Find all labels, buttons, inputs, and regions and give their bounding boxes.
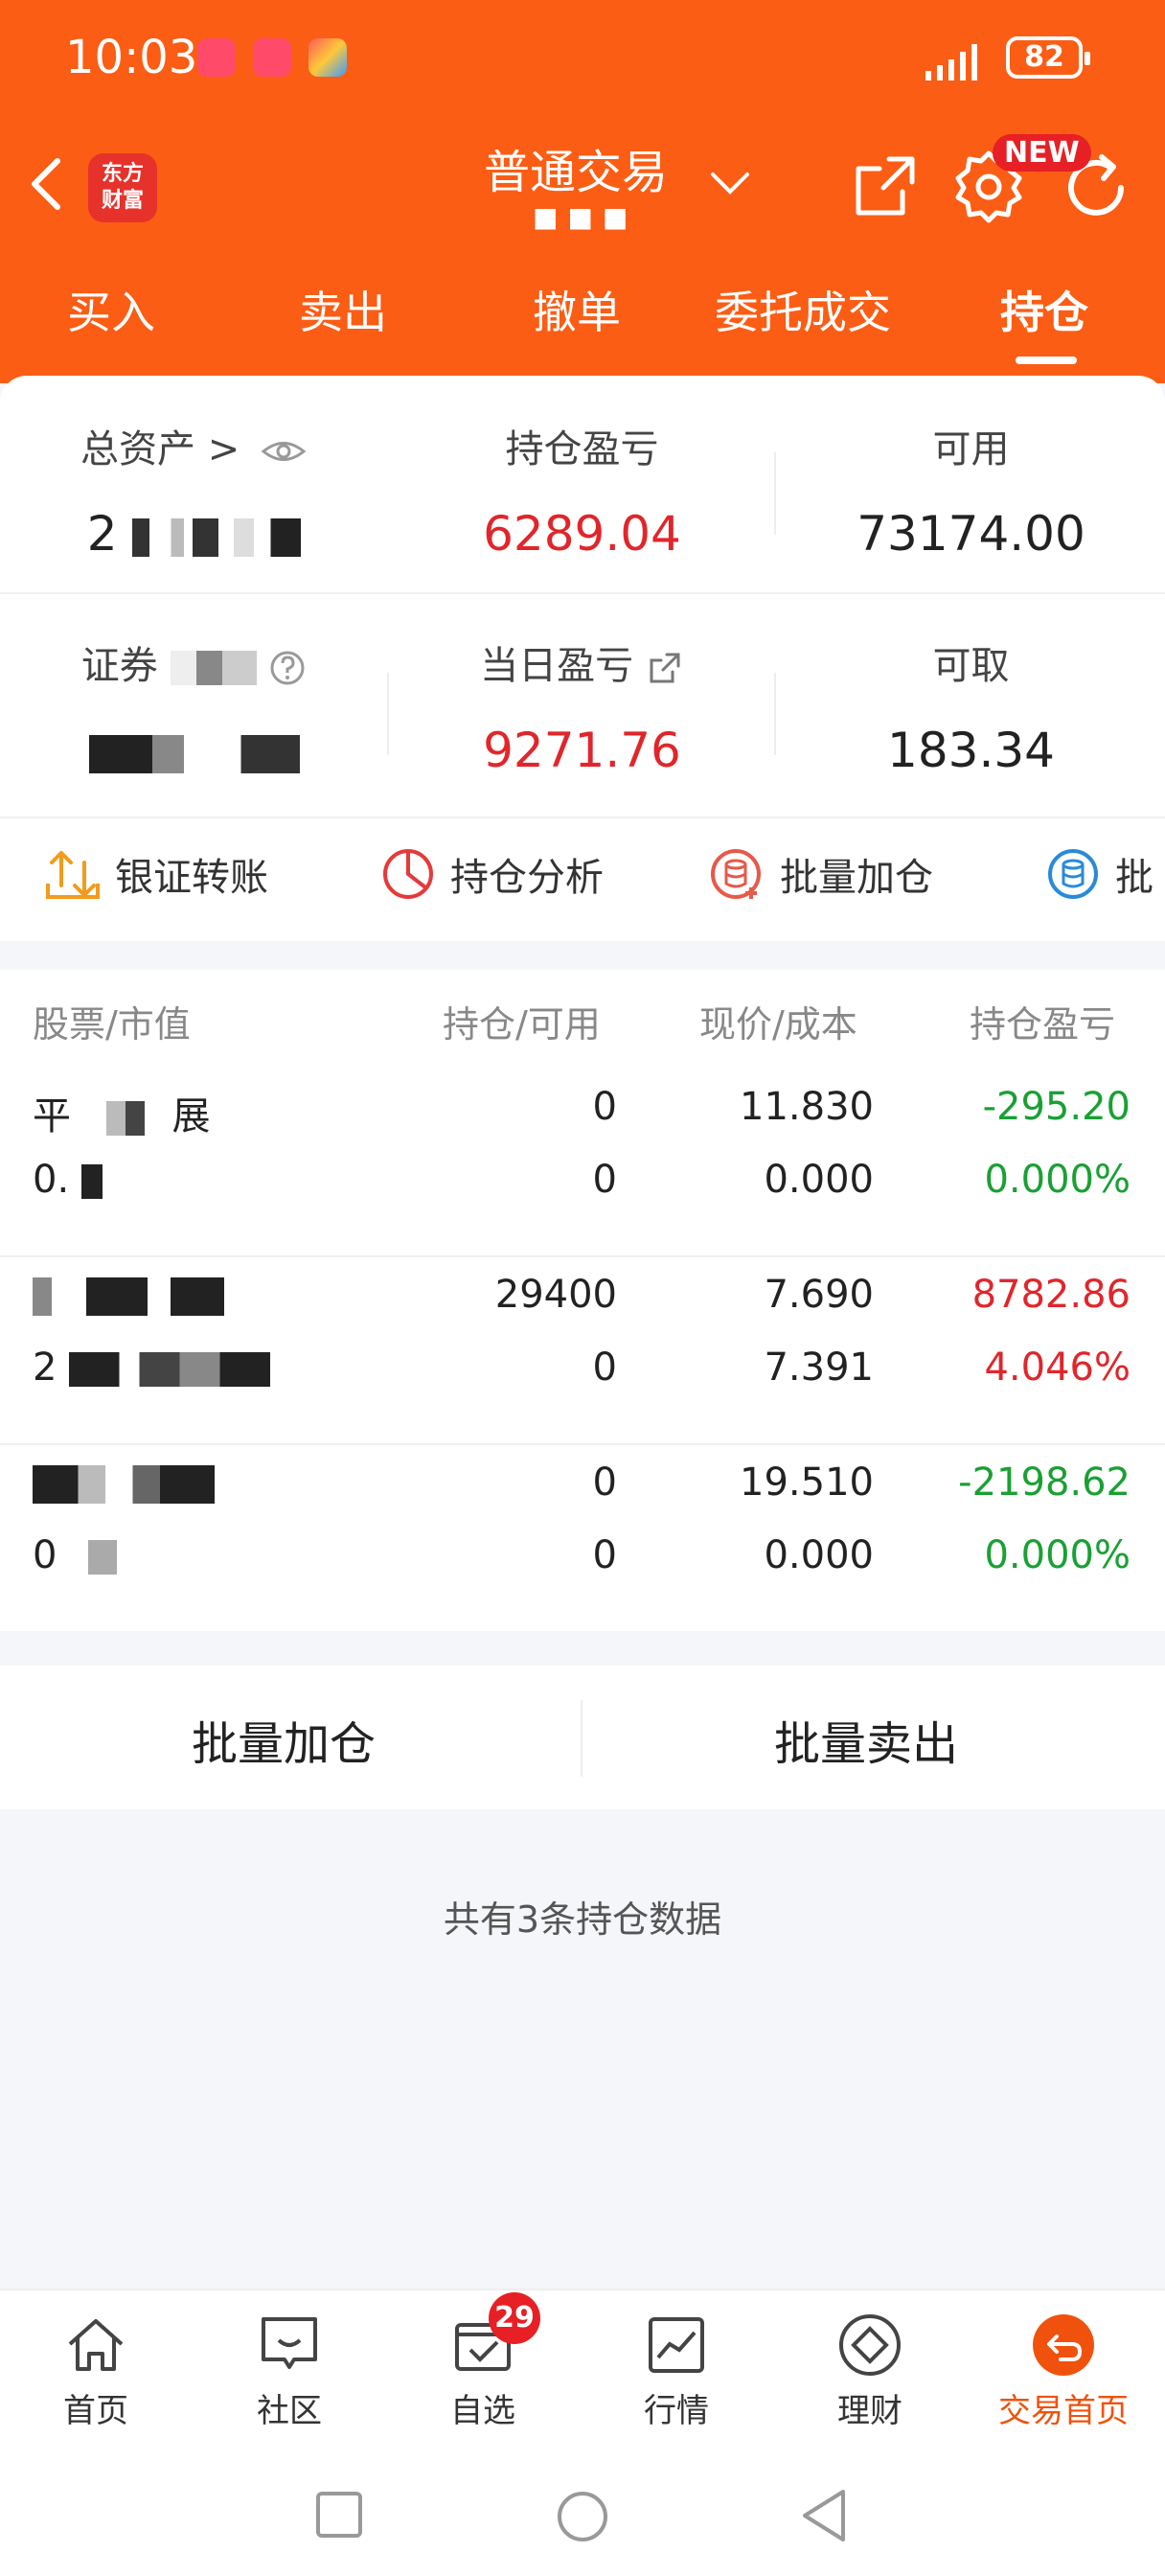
recent-apps-icon[interactable] [314, 2490, 364, 2540]
status-time: 10:03 [65, 31, 198, 84]
bottom-nav: 首页 社区 自选 行情 理财 交易首页 [0, 2288, 1165, 2459]
watchlist-badge: 29 [489, 2292, 540, 2344]
active-tab-indicator [1016, 356, 1077, 364]
divider [774, 673, 776, 755]
tab-buy[interactable]: 买入 [67, 278, 155, 341]
chevron-down-icon[interactable] [709, 169, 751, 197]
total-assets-label: 总资产 > [80, 427, 240, 472]
trade-home-icon [1033, 2314, 1094, 2376]
masked-text [33, 1277, 224, 1316]
batch-add-position-button[interactable]: 批量加仓 [192, 1706, 376, 1773]
account-subtitle: ■■■ [533, 201, 638, 233]
col-header-pnl: 持仓盈亏 [970, 1003, 1116, 1046]
withdrawable-funds: 可取 183.34 [887, 644, 1055, 778]
system-nav [0, 2459, 1165, 2576]
app-logo: 东方 财富 [88, 153, 157, 222]
diamond-icon [839, 2314, 901, 2376]
masked-text [69, 1352, 271, 1387]
divider [0, 816, 1165, 818]
quick-actions: 银证转账 持仓分析 批量加仓 批 [0, 816, 1165, 941]
back-icon[interactable] [27, 155, 65, 213]
divider [774, 452, 776, 535]
table-row[interactable]: 0 0 0 19.510 0.000 -2198.62 0.000% [0, 1441, 1165, 1629]
position-pnl: 持仓盈亏 6289.04 [483, 427, 681, 562]
trade-tabs: 买入 卖出 撤单 委托成交 持仓 [0, 278, 1165, 364]
batch-more-button[interactable]: 批 [1044, 845, 1154, 903]
home-icon [68, 2319, 124, 2371]
database-icon [1048, 849, 1098, 899]
battery-icon: 82 [1006, 36, 1090, 79]
total-assets[interactable]: 总资产 > 2 [0, 418, 388, 562]
tab-sell[interactable]: 卖出 [299, 278, 387, 341]
daily-pnl[interactable]: 当日盈亏 9271.76 [388, 634, 776, 778]
transfer-icon [46, 851, 100, 899]
masked-value [132, 518, 219, 557]
divider [0, 592, 1165, 594]
bank-transfer-button[interactable]: 银证转账 [44, 845, 268, 903]
signal-icon [925, 44, 977, 80]
divider [387, 673, 389, 755]
table-row[interactable]: 平 展 0. 0 0 11.830 0.000 -295.20 0.000% [0, 1066, 1165, 1254]
top-nav: 东方 财富 普通交易 ■■■ NEW [0, 134, 1165, 240]
col-header-position: 持仓/可用 [443, 1003, 601, 1046]
masked-text [69, 1540, 118, 1575]
share-icon[interactable] [851, 153, 918, 220]
asset-summary: 总资产 > 2 持仓盈亏 6289.04 可用 73174.00 证券 当日盈亏… [0, 376, 1165, 816]
divider [581, 1700, 582, 1777]
help-icon[interactable] [268, 649, 307, 687]
tab-cancel[interactable]: 撤单 [533, 278, 621, 341]
status-bar: 10:03 82 [0, 0, 1165, 115]
masked-text [33, 1465, 215, 1504]
app-notification-icon [308, 38, 347, 77]
new-badge: NEW [993, 134, 1091, 172]
chat-icon [262, 2317, 317, 2369]
huawei-notification-icon [253, 38, 291, 77]
masked-label [170, 651, 257, 685]
nav-community[interactable]: 社区 [213, 2312, 366, 2431]
holdings-table: 股票/市值 持仓/可用 现价/成本 持仓盈亏 平 展 0. 0 0 11.830… [0, 970, 1165, 1631]
masked-text [80, 1164, 103, 1199]
available-funds: 可用 73174.00 [857, 427, 1085, 562]
nav-trade-home[interactable]: 交易首页 [987, 2312, 1140, 2431]
database-add-icon [711, 849, 761, 899]
table-row[interactable]: 2 29400 0 7.690 7.391 8782.86 4.046% [0, 1254, 1165, 1441]
nav-wealth[interactable]: 理财 [793, 2312, 947, 2431]
holdings-count-note: 共有3条持仓数据 [443, 1898, 722, 1941]
tab-positions[interactable]: 持仓 [1000, 278, 1088, 341]
eye-icon[interactable] [260, 437, 308, 466]
total-assets-value: 2 [0, 506, 388, 562]
batch-add-button[interactable]: 批量加仓 [709, 845, 933, 903]
pie-chart-icon [383, 849, 433, 899]
position-analysis-button[interactable]: 持仓分析 [379, 845, 604, 903]
nav-home[interactable]: 首页 [19, 2312, 172, 2431]
securities-value[interactable]: 证券 [0, 634, 388, 778]
back-button-icon[interactable] [799, 2488, 849, 2543]
masked-text [82, 1101, 160, 1136]
huawei-notification-icon [197, 38, 236, 77]
header: 10:03 82 东方 财富 普通交易 ■■■ NEW 买入 卖出 撤单 委托成… [0, 0, 1165, 383]
col-header-stock: 股票/市值 [33, 1003, 191, 1046]
external-link-icon[interactable] [646, 649, 684, 687]
col-header-price: 现价/成本 [699, 1003, 857, 1046]
masked-value [234, 518, 302, 557]
home-button-icon[interactable] [556, 2490, 609, 2543]
page-title[interactable]: 普通交易 [484, 134, 668, 201]
tab-orders[interactable]: 委托成交 [715, 278, 891, 341]
nav-market[interactable]: 行情 [600, 2312, 753, 2431]
chart-icon [649, 2317, 704, 2373]
batch-actions: 批量加仓 批量卖出 [0, 1666, 1165, 1809]
masked-value [88, 734, 300, 773]
batch-sell-button[interactable]: 批量卖出 [774, 1706, 958, 1773]
